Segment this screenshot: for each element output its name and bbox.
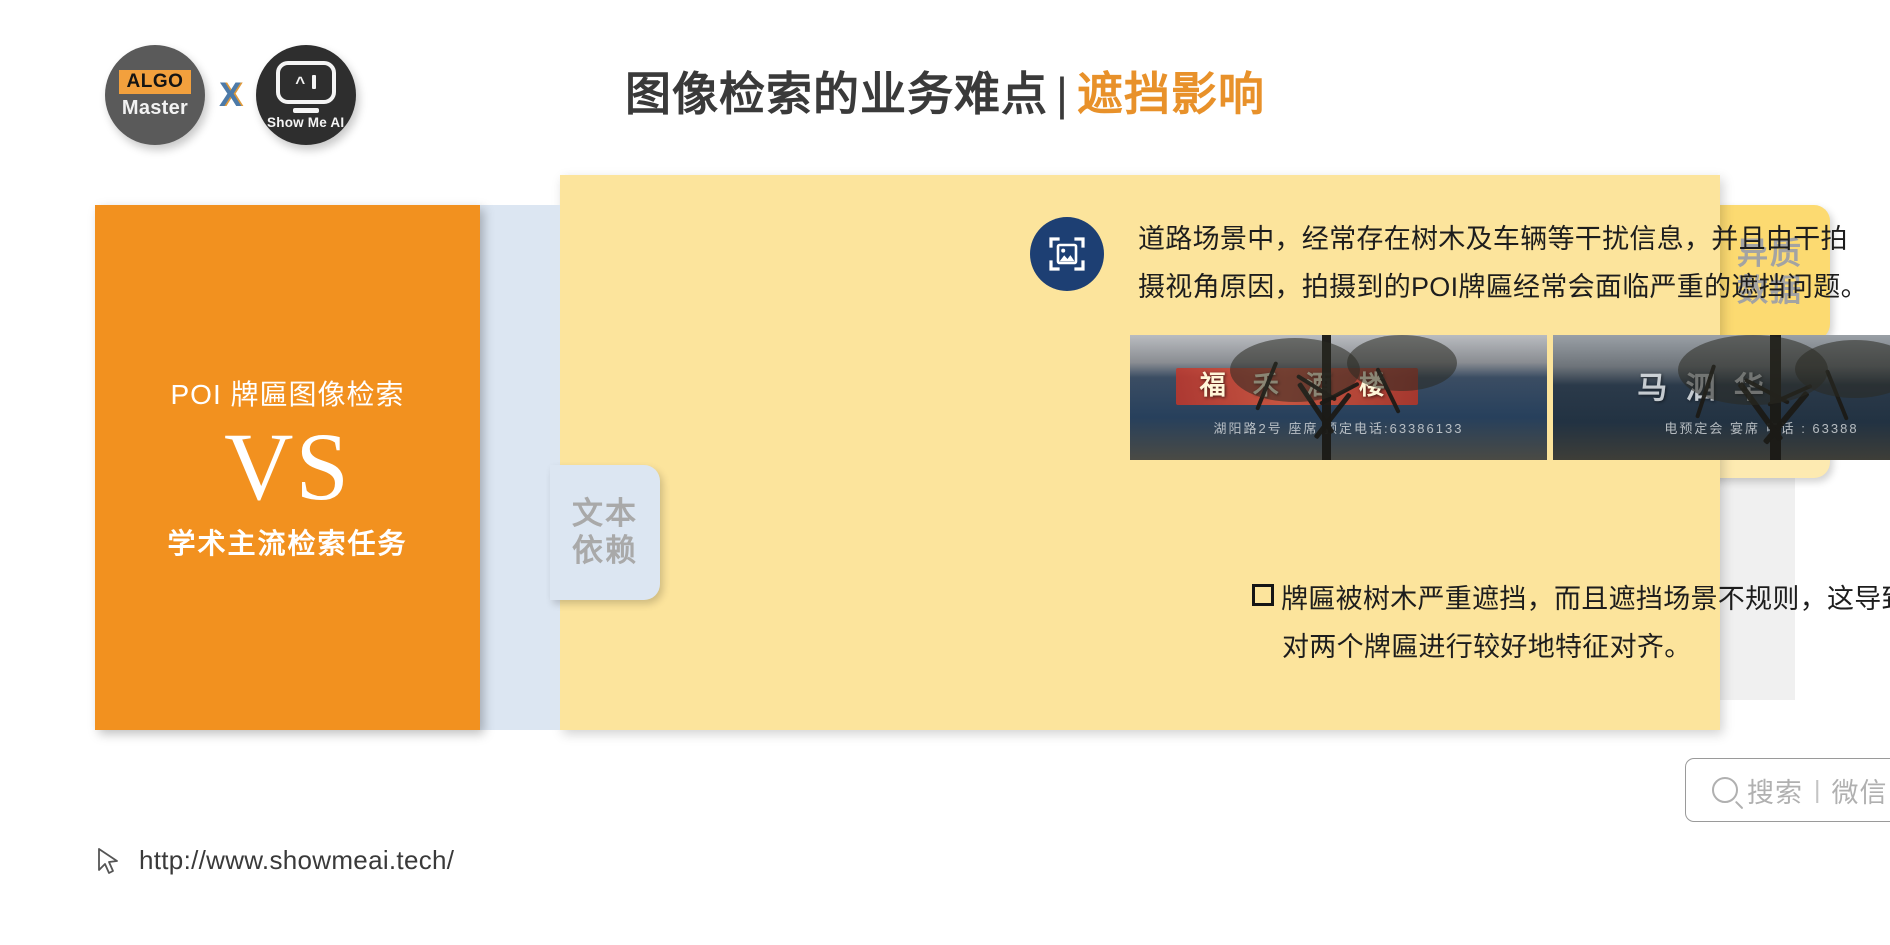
bullet-paragraph: 牌匾被树木严重遮挡，而且遮挡场景不规则，这导致很难 对两个牌匾进行较好地特征对齐…: [1252, 575, 1890, 671]
footer-url: http://www.showmeai.tech/: [139, 845, 455, 875]
signboard-subtext: 湖阳路2号 座席 预定电话:63386133: [1213, 420, 1464, 436]
tab-label-line1: 文本: [572, 495, 638, 531]
page-title-separator: |: [1056, 68, 1069, 120]
blue-divider-strip: [480, 205, 560, 730]
occluded-signboard-photo-left: 福 禾 酒 楼 湖阳路2号 座席 预定电话:63386133: [1130, 335, 1547, 460]
description-paragraph: 道路场景中，经常存在树木及车辆等干扰信息，并且由干拍 摄视角原因，拍摄到的POI…: [1138, 215, 1890, 311]
comparison-vs-label: VS: [224, 413, 351, 521]
image-scan-icon: [1030, 217, 1104, 291]
comparison-top-label: POI 牌匾图像检索: [170, 379, 405, 411]
page-title-main: 图像检索的业务难点: [625, 68, 1049, 120]
comparison-panel: POI 牌匾图像检索 VS 学术主流检索任务: [95, 205, 480, 730]
page-title-accent: 遮挡影响: [1076, 68, 1265, 120]
search-bar[interactable]: 搜索 | 微信 ShowMeAI研究中心: [1685, 758, 1890, 822]
cursor-icon: [98, 847, 118, 874]
bullet-line-1: 牌匾被树木严重遮挡，而且遮挡场景不规则，这导致很难: [1252, 575, 1890, 623]
photo-gallery: 福 禾 酒 楼 湖阳路2号 座席 预定电话:63386133 马 泗 华 电预定…: [1130, 335, 1890, 460]
page-footer: http://www.showmeai.tech/: [95, 845, 454, 876]
comparison-bottom-label: 学术主流检索任务: [167, 527, 408, 559]
search-channel: 微信: [1831, 777, 1888, 808]
search-separator: |: [1814, 775, 1821, 804]
page-title: 图像检索的业务难点 | 遮挡影响: [0, 58, 1890, 124]
sidebar-item-text-dependency[interactable]: 文本 依赖: [550, 465, 660, 600]
page-header: ALGO Master X ^ Show Me AI 图像检索的业务难点 | 遮挡影…: [0, 0, 1890, 175]
bullet-line-1-text: 牌匾被树木严重遮挡，而且遮挡场景不规则，这导致很难: [1281, 584, 1890, 614]
description-line-1: 道路场景中，经常存在树木及车辆等干扰信息，并且由干拍: [1138, 224, 1848, 254]
content-card: 道路场景中，经常存在树木及车辆等干扰信息，并且由干拍 摄视角原因，拍摄到的POI…: [560, 175, 1890, 822]
bullet-square-icon: [1252, 584, 1274, 606]
content-stage: 异质 数据 遮挡 影响 道路场景中，经常存在树木及车辆等干扰信息，并且由干拍 摄…: [95, 175, 1890, 822]
description-line-2: 摄视角原因，拍摄到的POI牌匾经常会面临严重的遮挡问题。: [1138, 272, 1868, 303]
occluded-signboard-photo-right: 马 泗 华 电预定会 宴席 电话 : 63388: [1553, 335, 1890, 460]
search-icon: [1712, 777, 1738, 803]
signboard-subtext: 电预定会 宴席 电话 : 63388: [1664, 420, 1859, 436]
search-hint: 搜索: [1747, 777, 1803, 808]
tab-label-line2: 依赖: [572, 532, 638, 568]
bullet-line-2: 对两个牌匾进行较好地特征对齐。: [1282, 632, 1692, 663]
